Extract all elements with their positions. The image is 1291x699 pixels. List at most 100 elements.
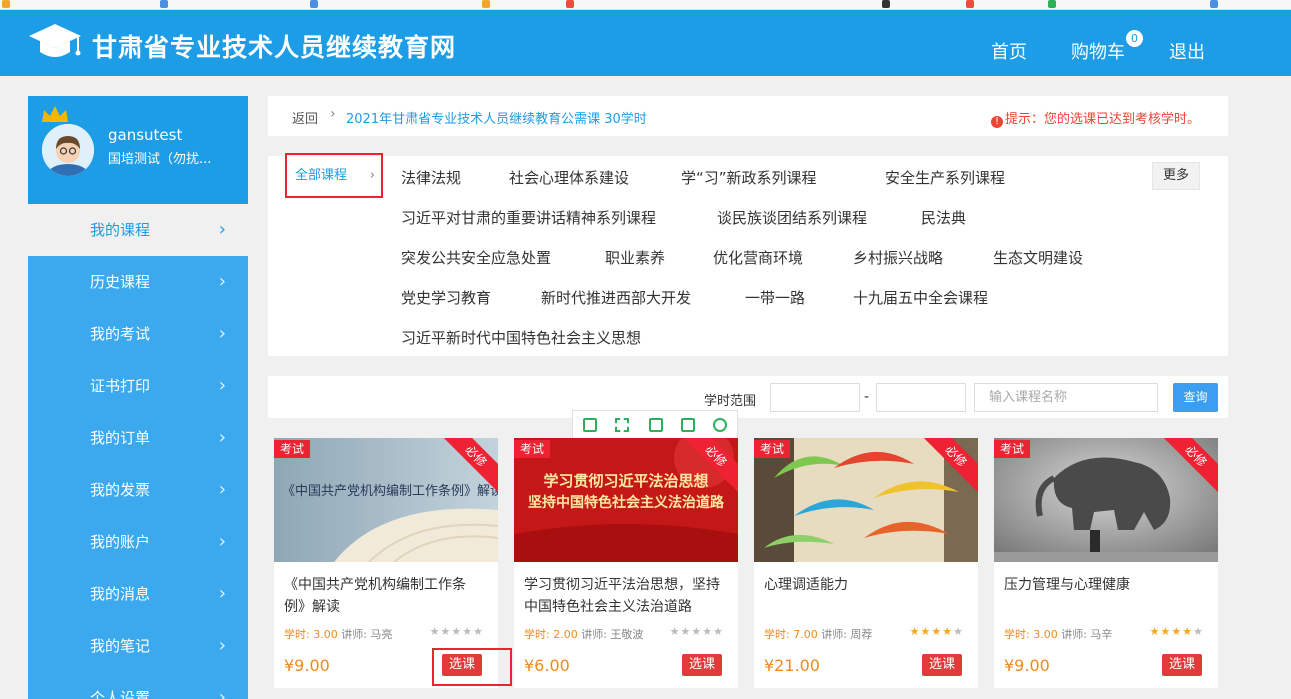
settings-gear-icon[interactable] [713, 418, 727, 432]
sidebar-item-label: 个人设置 [90, 689, 151, 699]
category-item[interactable]: 学“习”新政系列课程 [681, 167, 817, 188]
category-item[interactable]: 谈民族谈团结系列课程 [717, 207, 867, 228]
sidebar-item-certificate-print[interactable]: 证书打印 › [28, 360, 248, 412]
course-title[interactable]: 《中国共产党机构编制工作条例》解读 [284, 574, 484, 618]
category-item[interactable]: 职业素养 [605, 247, 665, 268]
course-title[interactable]: 学习贯彻习近平法治思想，坚持中国特色社会主义法治道路 [524, 574, 724, 618]
category-item[interactable]: 民法典 [921, 207, 966, 228]
nav-cart-link[interactable]: 购物车 [1071, 38, 1125, 64]
chevron-right-icon: › [218, 479, 226, 500]
sidebar-item-my-notes[interactable]: 我的笔记 › [28, 620, 248, 672]
course-card[interactable]: 考试 必修 心理调适能力 学时: 7.00 讲师: 周荐 ★★★★★ ¥21.0… [754, 438, 978, 688]
star-icon: ★ [462, 625, 474, 638]
rating-stars: ★★★★★ [1150, 625, 1204, 638]
highlight-frame [432, 648, 512, 686]
course-teacher: 讲师: 马辛 [1061, 628, 1113, 641]
category-item[interactable]: 党史学习教育 [401, 287, 491, 308]
thumbnail-caption-line-1: 学习贯彻习近平法治思想 [543, 472, 709, 490]
max-hours-input[interactable] [876, 383, 966, 412]
course-thumbnail[interactable]: 考试 必修 [994, 438, 1218, 562]
category-item[interactable]: 十九届五中全会课程 [853, 287, 988, 308]
category-all[interactable]: 全部课程 › [285, 153, 383, 198]
star-icon: ★ [1182, 625, 1194, 638]
category-item[interactable]: 优化营商环境 [713, 247, 803, 268]
star-icon: ★ [473, 625, 484, 638]
category-item[interactable]: 社会心理体系建设 [509, 167, 629, 188]
nav-home-link[interactable]: 首页 [991, 38, 1027, 64]
star-icon: ★ [1171, 625, 1183, 638]
category-item[interactable]: 法律法规 [401, 167, 461, 188]
category-item[interactable]: 突发公共安全应急处置 [401, 247, 551, 268]
chevron-right-icon: › [218, 323, 226, 344]
category-item[interactable]: 习近平新时代中国特色社会主义思想 [401, 327, 641, 348]
chevron-right-icon: › [218, 687, 226, 699]
sidebar-item-my-account[interactable]: 我的账户 › [28, 516, 248, 568]
fullscreen-icon[interactable] [615, 418, 629, 432]
course-title[interactable]: 心理调适能力 [764, 574, 964, 596]
category-item[interactable]: 安全生产系列课程 [885, 167, 1005, 188]
sidebar-item-label: 历史课程 [90, 273, 151, 291]
current-program[interactable]: 2021年甘肃省专业技术人员继续教育公需课 30学时 [346, 108, 647, 127]
nav-logout-link[interactable]: 退出 [1169, 38, 1205, 64]
course-filter-bar: 学时范围 - 输入课程名称 查询 [268, 376, 1228, 418]
select-course-button[interactable]: 选课 [1162, 654, 1202, 676]
sidebar-item-my-exams[interactable]: 我的考试 › [28, 308, 248, 360]
min-hours-input[interactable] [770, 383, 860, 412]
star-icon: ★ [713, 625, 724, 638]
star-icon: ★ [429, 625, 441, 638]
sidebar-item-label: 我的考试 [90, 325, 151, 343]
category-item[interactable]: 新时代推进西部大开发 [541, 287, 691, 308]
sidebar-item-my-courses[interactable]: 我的课程 › [28, 204, 248, 256]
top-header: 甘肃省专业技术人员继续教育网 首页 购物车 0 退出 [0, 10, 1291, 76]
course-thumbnail[interactable]: 学习贯彻习近平法治思想 坚持中国特色社会主义法治道路 考试 必修 [514, 438, 738, 562]
sidebar-item-my-orders[interactable]: 我的订单 › [28, 412, 248, 464]
select-course-button[interactable]: 选课 [682, 654, 722, 676]
browser-bookmark-bar [0, 0, 1291, 10]
chevron-right-icon: › [218, 583, 226, 604]
more-categories-button[interactable]: 更多 [1152, 162, 1200, 190]
thumbnail-caption-line-2: 坚持中国特色社会主义法治道路 [528, 495, 724, 511]
category-item[interactable]: 生态文明建设 [993, 247, 1083, 268]
rating-stars: ★★★★★ [430, 625, 484, 638]
course-meta: 学时: 7.00 讲师: 周荐 [764, 626, 872, 642]
sidebar-item-label: 我的笔记 [90, 637, 151, 655]
category-item[interactable]: 习近平对甘肃的重要讲话精神系列课程 [401, 207, 656, 228]
back-link[interactable]: 返回 [292, 108, 318, 127]
graduation-cap-icon [29, 24, 81, 57]
range-separator: - [864, 389, 870, 405]
sidebar-item-course-history[interactable]: 历史课程 › [28, 256, 248, 308]
star-icon: ★ [920, 625, 932, 638]
chevron-right-icon: › [369, 168, 375, 183]
select-course-button[interactable]: 选课 [922, 654, 962, 676]
sidebar-item-personal-settings[interactable]: 个人设置 › [28, 672, 248, 699]
category-all-label: 全部课程 [295, 168, 348, 183]
sidebar-item-my-invoices[interactable]: 我的发票 › [28, 464, 248, 516]
exam-badge: 考试 [514, 440, 551, 458]
star-icon: ★ [691, 625, 703, 638]
star-icon: ★ [440, 625, 452, 638]
exam-badge: 考试 [994, 440, 1031, 458]
course-title[interactable]: 压力管理与心理健康 [1004, 574, 1204, 596]
course-card[interactable]: 学习贯彻习近平法治思想 坚持中国特色社会主义法治道路 考试 必修 学习贯彻习近平… [514, 438, 738, 688]
course-thumbnail[interactable]: 考试 必修 [754, 438, 978, 562]
course-meta: 学时: 3.00 讲师: 马亮 [284, 626, 392, 642]
star-icon: ★ [451, 625, 463, 638]
share-icon[interactable] [681, 418, 695, 432]
crown-icon [42, 106, 68, 122]
course-name-search-input[interactable]: 输入课程名称 [974, 383, 1158, 412]
save-icon[interactable] [649, 418, 663, 432]
star-icon: ★ [1160, 625, 1172, 638]
category-item[interactable]: 乡村振兴战略 [853, 247, 943, 268]
copy-icon[interactable] [583, 418, 597, 432]
course-price: ¥9.00 [284, 656, 330, 675]
course-thumbnail[interactable]: 《中国共产党机构编制工作条例》解读 考试 必修 [274, 438, 498, 562]
alert-icon: ! [990, 116, 1003, 128]
course-card[interactable]: 考试 必修 压力管理与心理健康 学时: 3.00 讲师: 马辛 ★★★★★ ¥9… [994, 438, 1218, 688]
chevron-right-icon: › [218, 427, 226, 448]
query-button[interactable]: 查询 [1173, 383, 1218, 412]
thumbnail-caption: 《中国共产党机构编制工作条例》解读 [282, 484, 498, 499]
star-icon: ★ [942, 625, 954, 638]
sidebar-item-my-messages[interactable]: 我的消息 › [28, 568, 248, 620]
username: gansutest [108, 126, 183, 144]
category-item[interactable]: 一带一路 [745, 287, 805, 308]
